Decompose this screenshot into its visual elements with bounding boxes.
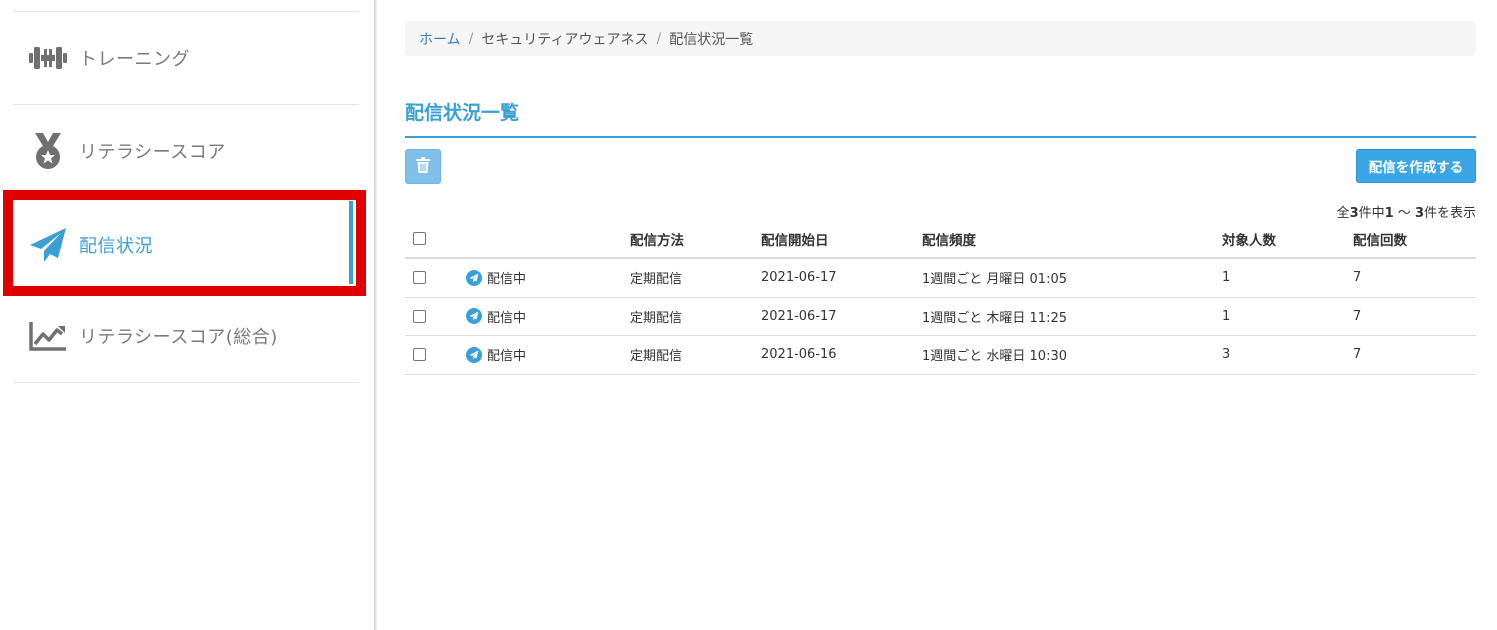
method-cell: 定期配信: [630, 349, 683, 365]
paper-plane-icon: [466, 269, 482, 286]
sidebar-item-training[interactable]: トレーニング: [13, 12, 359, 105]
row-checkbox[interactable]: [413, 309, 426, 323]
count-suffix: 件を表示: [1423, 206, 1476, 221]
targets-cell: 1: [1222, 270, 1231, 286]
highlight-annotation: [3, 190, 366, 296]
table-row[interactable]: 配信中 定期配信 2021-06-16 1週間ごと 水曜日 10:30 3 7: [405, 336, 1476, 375]
header-delivery-count[interactable]: 配信回数: [1353, 220, 1407, 257]
sidebar-item-label: リテラシースコア(総合): [79, 327, 278, 348]
delivery-table: 配信方法 配信開始日 配信頻度 対象人数 配信回数 配信中 定期配信 2021-…: [405, 220, 1476, 375]
header-targets[interactable]: 対象人数: [1222, 220, 1276, 257]
targets-cell: 3: [1222, 347, 1231, 363]
frequency-cell: 1週間ごと 木曜日 11:25: [922, 310, 1067, 326]
medal-icon: [28, 131, 68, 171]
start-date-cell: 2021-06-16: [761, 347, 837, 363]
frequency-cell: 1週間ごと 月曜日 01:05: [922, 272, 1067, 288]
count-to: 3: [1414, 206, 1424, 221]
create-delivery-button[interactable]: 配信を作成する: [1356, 149, 1476, 183]
method-cell: 定期配信: [630, 272, 683, 288]
breadcrumb-separator: /: [656, 30, 662, 47]
select-all-checkbox[interactable]: [413, 232, 426, 245]
row-checkbox[interactable]: [413, 271, 426, 285]
paper-plane-icon: [466, 346, 482, 363]
status-text: 配信中: [487, 349, 527, 365]
row-checkbox-cell: [413, 298, 426, 336]
row-checkbox-cell: [413, 336, 426, 374]
status-cell: 配信中: [466, 259, 526, 297]
start-date-cell: 2021-06-17: [761, 308, 837, 324]
count-from: 1: [1384, 206, 1394, 221]
delete-button[interactable]: [405, 149, 441, 184]
count-prefix: 全: [1336, 206, 1350, 221]
sidebar-edge: [374, 0, 378, 630]
status-cell: 配信中: [466, 298, 526, 336]
targets-cell: 1: [1222, 308, 1231, 324]
table-row[interactable]: 配信中 定期配信 2021-06-17 1週間ごと 木曜日 11:25 1 7: [405, 298, 1476, 336]
result-count: 全3件中1 ～ 3件を表示: [1337, 202, 1476, 221]
table-header-row: 配信方法 配信開始日 配信頻度 対象人数 配信回数: [405, 220, 1476, 259]
sidebar: トレーニング リテラシースコア 配信状況 リテラシースコア(総合): [0, 0, 374, 630]
header-method[interactable]: 配信方法: [630, 220, 684, 257]
breadcrumb: ホーム / セキュリティアウェアネス / 配信状況一覧: [405, 21, 1476, 56]
status-text: 配信中: [487, 310, 527, 326]
sidebar-item-label: リテラシースコア: [79, 142, 226, 163]
table-row[interactable]: 配信中 定期配信 2021-06-17 1週間ごと 月曜日 01:05 1 7: [405, 259, 1476, 298]
sidebar-item-label: トレーニング: [79, 49, 190, 70]
sidebar-item-literacy-score-total[interactable]: リテラシースコア(総合): [13, 290, 359, 383]
row-checkbox[interactable]: [413, 348, 426, 362]
breadcrumb-item: セキュリティアウェアネス: [481, 31, 649, 48]
frequency-cell: 1週間ごと 水曜日 10:30: [922, 349, 1067, 365]
start-date-cell: 2021-06-17: [761, 270, 837, 286]
breadcrumb-home-link[interactable]: ホーム: [419, 29, 461, 49]
title-divider: [405, 136, 1476, 138]
delivery-count-cell: 7: [1353, 270, 1362, 286]
paper-plane-icon: [466, 308, 482, 325]
breadcrumb-separator: /: [468, 30, 474, 47]
row-checkbox-cell: [413, 259, 426, 297]
sidebar-item-literacy-score[interactable]: リテラシースコア: [13, 105, 359, 198]
trash-icon: [416, 156, 430, 177]
count-total: 3: [1349, 206, 1359, 221]
select-all-cell: [413, 220, 426, 257]
status-text: 配信中: [487, 272, 527, 288]
delivery-count-cell: 7: [1353, 308, 1362, 324]
delivery-count-cell: 7: [1353, 347, 1362, 363]
count-range-separator: ～: [1393, 206, 1415, 221]
count-mid: 件中: [1358, 206, 1385, 221]
page-title: 配信状況一覧: [405, 102, 520, 124]
method-cell: 定期配信: [630, 310, 683, 326]
chart-line-icon: [28, 316, 68, 356]
dumbbell-icon: [28, 38, 68, 78]
header-start-date[interactable]: 配信開始日: [761, 220, 829, 257]
status-cell: 配信中: [466, 336, 526, 374]
header-frequency[interactable]: 配信頻度: [922, 220, 976, 257]
breadcrumb-current: 配信状況一覧: [669, 31, 754, 48]
